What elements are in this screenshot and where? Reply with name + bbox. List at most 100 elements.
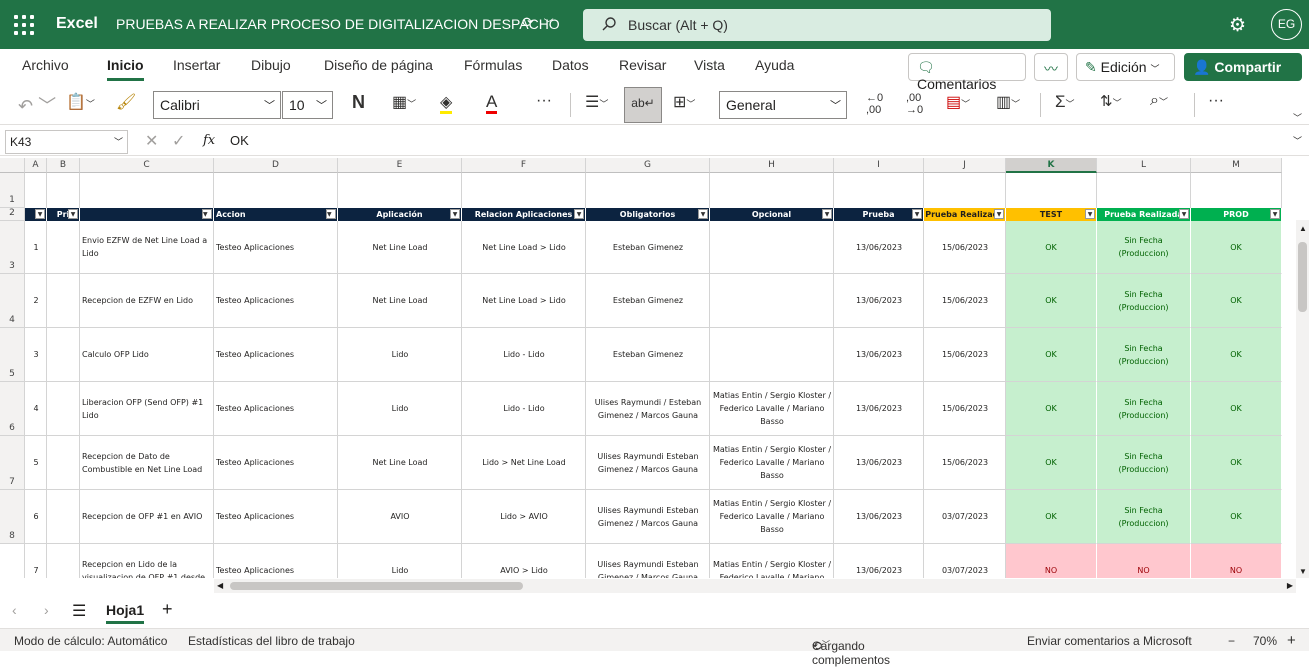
all-sheets-menu-icon[interactable]: ☰ — [72, 601, 86, 621]
tab-vista[interactable]: Vista — [694, 57, 725, 73]
column-header-a[interactable]: A — [25, 158, 47, 173]
cell-k4[interactable]: OK — [1006, 274, 1097, 328]
cell-d8[interactable]: Testeo Aplicaciones — [214, 490, 338, 544]
scroll-thumb[interactable] — [230, 582, 523, 590]
cell-g3[interactable]: Esteban Gimenez — [586, 221, 710, 274]
cell-h9[interactable]: Matias Entin / Sergio Kloster / Federico… — [710, 544, 834, 579]
cell-c9[interactable]: Recepcion en Lido de la visualizacion de… — [80, 544, 214, 579]
align-icon[interactable]: ☰﹀ — [585, 92, 608, 118]
number-format-select[interactable]: General ﹀ — [719, 91, 847, 119]
cell-j6[interactable]: 15/06/2023 — [924, 382, 1006, 436]
cell-g9[interactable]: Ulises Raymundi Esteban Gimenez / Marcos… — [586, 544, 710, 579]
cell-i9[interactable]: 13/06/2023 — [834, 544, 924, 578]
cell-b5[interactable] — [47, 328, 80, 382]
cell-c6[interactable]: Liberacion OFP (Send OFP) #1 Lido — [80, 382, 214, 436]
column-header-e[interactable]: E — [338, 158, 462, 173]
scroll-left-icon[interactable]: ◀ — [217, 581, 223, 590]
zoom-in-icon[interactable]: + — [1287, 632, 1296, 649]
cell-d7[interactable]: Testeo Aplicaciones — [214, 436, 338, 490]
row-header-7[interactable]: 7 — [0, 436, 25, 490]
cell-a6[interactable]: 4 — [25, 382, 47, 436]
sort-filter-icon[interactable]: ⇅﹀ — [1100, 92, 1122, 118]
cell-l8[interactable]: Sin Fecha (Produccion) — [1097, 490, 1191, 544]
column-header-h[interactable]: H — [710, 158, 834, 173]
check-icon[interactable]: ✓ — [172, 131, 185, 151]
cell-f7[interactable]: Lido > Net Line Load — [462, 436, 586, 490]
column-header-i[interactable]: I — [834, 158, 924, 173]
merge-cells-icon[interactable]: ⊞﹀ — [673, 92, 695, 118]
format-painter-icon[interactable]: 🖌 — [116, 92, 136, 118]
gear-icon[interactable]: ⚙ — [1229, 14, 1246, 37]
zoom-level[interactable]: 70% — [1253, 634, 1277, 648]
scroll-up-icon[interactable]: ▲ — [1299, 224, 1307, 233]
format-as-table-icon[interactable]: ▥﹀ — [996, 92, 1020, 118]
comments-button[interactable]: 🗨 Comentarios — [908, 53, 1026, 92]
cell-m7[interactable]: OK — [1191, 436, 1282, 490]
cell-d3[interactable]: Testeo Aplicaciones — [214, 221, 338, 274]
font-size-select[interactable]: 10 ﹀ — [282, 91, 333, 119]
clipboard-icon[interactable]: 📋﹀ — [66, 92, 95, 118]
cell-l7[interactable]: Sin Fecha (Produccion) — [1097, 436, 1191, 490]
find-icon[interactable]: ⌕﹀ — [1150, 92, 1168, 118]
column-header-m[interactable]: M — [1191, 158, 1282, 173]
tab-datos[interactable]: Datos — [552, 57, 589, 73]
document-title[interactable]: PRUEBAS A REALIZAR PROCESO DE DIGITALIZA… — [116, 16, 560, 32]
cell-h4[interactable] — [710, 274, 834, 328]
scroll-down-icon[interactable]: ▼ — [1299, 567, 1307, 576]
editing-mode-button[interactable]: ✎ Edición ﹀ — [1076, 53, 1175, 81]
cell-d6[interactable]: Testeo Aplicaciones — [214, 382, 338, 436]
cell-m8[interactable]: OK — [1191, 490, 1282, 544]
conditional-format-icon[interactable]: ▤﹀ — [946, 92, 970, 118]
cell-b8[interactable] — [47, 490, 80, 544]
cell-f9[interactable]: AVIO > Lido — [462, 544, 586, 578]
filter-dropdown-icon[interactable]: ▼ — [202, 209, 212, 219]
cell-i3[interactable]: 13/06/2023 — [834, 221, 924, 274]
cell-b7[interactable] — [47, 436, 80, 490]
row-header-4[interactable]: 4 — [0, 274, 25, 328]
cell-l5[interactable]: Sin Fecha (Produccion) — [1097, 328, 1191, 382]
cell-b3[interactable] — [47, 221, 80, 274]
function-icon[interactable]: fx — [203, 133, 215, 148]
tab-dibujo[interactable]: Dibujo — [251, 57, 291, 73]
cell-g8[interactable]: Ulises Raymundi Esteban Gimenez / Marcos… — [586, 490, 710, 544]
cell-e3[interactable]: Net Line Load — [338, 221, 462, 274]
cell-f6[interactable]: Lido - Lido — [462, 382, 586, 436]
formula-input[interactable]: OK — [230, 133, 249, 148]
cell-k7[interactable]: OK — [1006, 436, 1097, 490]
cell-i6[interactable]: 13/06/2023 — [834, 382, 924, 436]
workbook-statistics[interactable]: Estadísticas del libro de trabajo — [188, 634, 355, 648]
cell-d4[interactable]: Testeo Aplicaciones — [214, 274, 338, 328]
cell-j7[interactable]: 15/06/2023 — [924, 436, 1006, 490]
chevron-left-icon[interactable]: ‹ — [12, 602, 17, 618]
app-launcher-icon[interactable] — [14, 15, 34, 35]
cell-a3[interactable]: 1 — [25, 221, 47, 274]
cell-m9[interactable]: NO — [1191, 544, 1282, 578]
filter-dropdown-icon[interactable]: ▼ — [912, 209, 922, 219]
filter-dropdown-icon[interactable]: ▼ — [1085, 209, 1095, 219]
cell-b6[interactable] — [47, 382, 80, 436]
decrease-decimal-icon[interactable]: ←0,00 — [866, 92, 883, 118]
autosum-icon[interactable]: Σ﹀ — [1055, 92, 1075, 118]
cell-a9[interactable]: 7 — [25, 544, 47, 578]
row-header-1[interactable]: 1 — [0, 173, 25, 208]
chevron-right-icon[interactable]: › — [44, 602, 49, 618]
fill-color-icon[interactable]: ◈ — [440, 92, 453, 114]
tab-formulas[interactable]: Fórmulas — [464, 57, 522, 73]
cell-h6[interactable]: Matias Entin / Sergio Kloster / Federico… — [710, 382, 834, 436]
cell-i5[interactable]: 13/06/2023 — [834, 328, 924, 382]
cell-e6[interactable]: Lido — [338, 382, 462, 436]
cell-k3[interactable]: OK — [1006, 221, 1097, 274]
more-options-icon[interactable]: ··· — [1208, 92, 1224, 118]
cell-h5[interactable] — [710, 328, 834, 382]
filter-dropdown-icon[interactable]: ▼ — [1270, 209, 1280, 219]
cell-f5[interactable]: Lido - Lido — [462, 328, 586, 382]
cell-g4[interactable]: Esteban Gimenez — [586, 274, 710, 328]
cell-e9[interactable]: Lido — [338, 544, 462, 578]
avatar[interactable]: EG — [1271, 9, 1302, 40]
column-header-g[interactable]: G — [586, 158, 710, 173]
cell-a5[interactable]: 3 — [25, 328, 47, 382]
cell-c5[interactable]: Calculo OFP Lido — [80, 328, 214, 382]
cell-e7[interactable]: Net Line Load — [338, 436, 462, 490]
cancel-icon[interactable]: ✕ — [145, 131, 158, 151]
search-box[interactable]: Buscar (Alt + Q) — [583, 9, 1051, 41]
